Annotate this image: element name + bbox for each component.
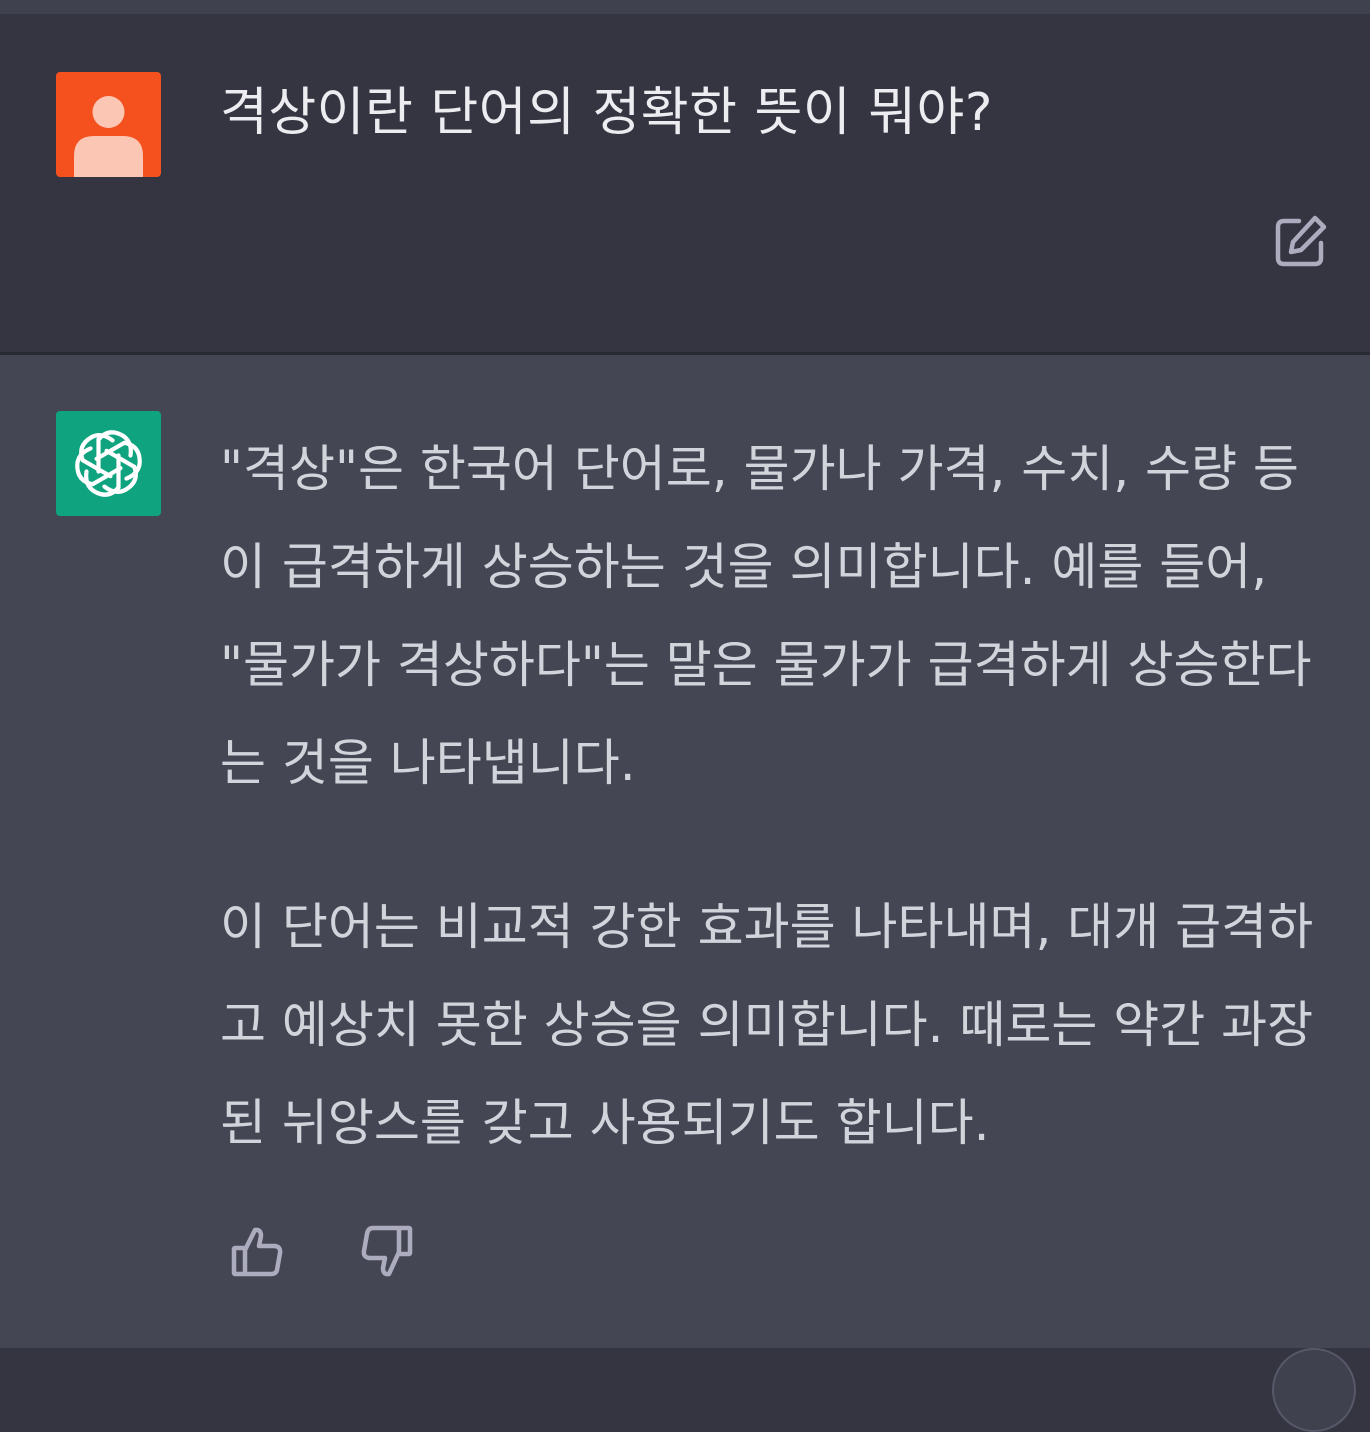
thumbs-up-icon[interactable]	[228, 1222, 288, 1282]
top-strip	[0, 0, 1370, 14]
answer-paragraph: 이 단어는 비교적 강한 효과를 나타내며, 대개 급격하고 예상치 못한 상승…	[220, 898, 1314, 1152]
user-avatar-icon	[56, 72, 161, 177]
answer-paragraph: "격상"은 한국어 단어로, 물가나 가격, 수치, 수량 등이 급격하게 상승…	[220, 440, 1312, 792]
bottom-bar	[0, 1348, 1370, 1373]
scroll-down-button[interactable]	[1272, 1348, 1356, 1432]
assistant-message-text: "격상"은 한국어 단어로, 물가나 가격, 수치, 수량 등이 급격하게 상승…	[220, 420, 1335, 1172]
user-message-text: 격상이란 단어의 정확한 뜻이 뭐야?	[220, 83, 993, 143]
user-message-block	[0, 14, 1370, 352]
edit-icon[interactable]	[1272, 212, 1330, 270]
thumbs-down-icon[interactable]	[356, 1222, 416, 1282]
openai-logo-icon	[56, 411, 161, 516]
